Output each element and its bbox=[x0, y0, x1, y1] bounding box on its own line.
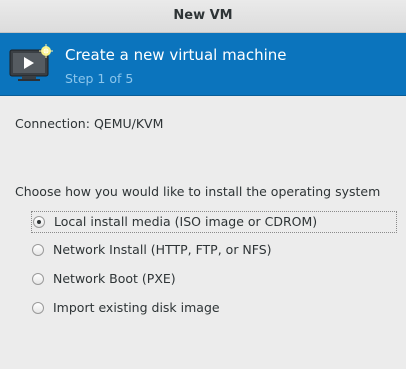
radio-button[interactable] bbox=[32, 273, 44, 285]
radio-button[interactable] bbox=[32, 302, 44, 314]
install-method-prompt: Choose how you would like to install the… bbox=[15, 184, 381, 199]
install-option-label[interactable]: Import existing disk image bbox=[53, 300, 220, 315]
install-option-local-media[interactable]: Local install media (ISO image or CDROM) bbox=[31, 211, 397, 233]
wizard-title: Create a new virtual machine bbox=[65, 46, 287, 64]
install-option-label[interactable]: Network Boot (PXE) bbox=[53, 271, 176, 286]
wizard-header-banner: Create a new virtual machine Step 1 of 5 bbox=[0, 33, 406, 96]
new-vm-window: New VM Create a new virtual machine Step… bbox=[0, 0, 406, 369]
radio-button[interactable] bbox=[32, 244, 44, 256]
radio-button[interactable] bbox=[33, 216, 45, 228]
connection-label: Connection: bbox=[15, 116, 90, 131]
vm-monitor-icon bbox=[9, 44, 53, 81]
install-option-label[interactable]: Local install media (ISO image or CDROM) bbox=[54, 214, 317, 229]
radio-selected-dot bbox=[37, 220, 41, 224]
connection-row: Connection: QEMU/KVM bbox=[15, 116, 163, 131]
install-option-label[interactable]: Network Install (HTTP, FTP, or NFS) bbox=[53, 242, 272, 257]
window-title: New VM bbox=[173, 8, 233, 23]
wizard-step-indicator: Step 1 of 5 bbox=[65, 71, 134, 86]
connection-value: QEMU/KVM bbox=[93, 116, 164, 131]
window-titlebar[interactable]: New VM bbox=[0, 0, 406, 33]
